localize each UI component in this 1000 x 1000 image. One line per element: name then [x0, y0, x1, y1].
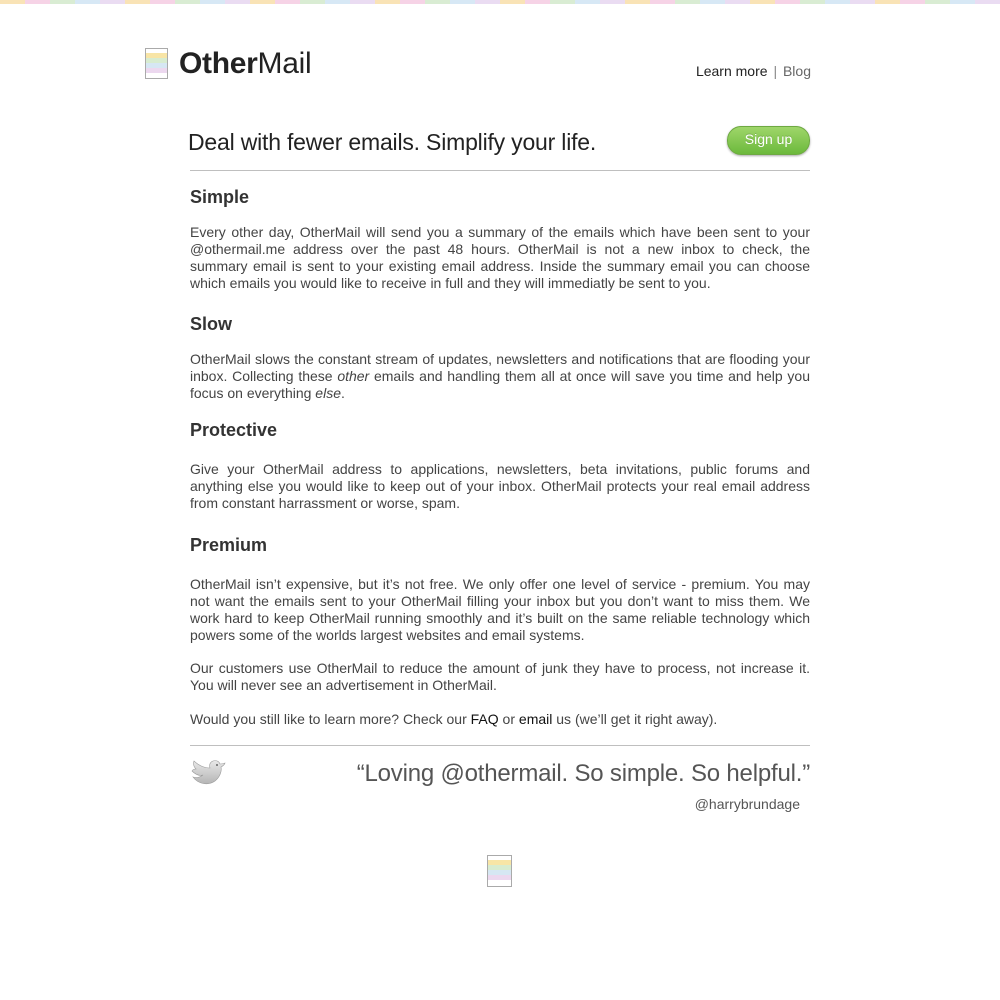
top-nav: Learn more | Blog [696, 62, 811, 80]
faq-link[interactable]: FAQ [471, 711, 499, 727]
learn-more-link[interactable]: Learn more [696, 63, 768, 79]
brand-name-bold: Other [179, 47, 258, 80]
sign-up-button[interactable]: Sign up [727, 126, 810, 155]
section-paragraph-premium-1: OtherMail isn’t expensive, but it’s not … [190, 576, 810, 643]
section-title-protective: Protective [190, 420, 278, 440]
section-paragraph-protective: Give your OtherMail address to applicati… [190, 461, 810, 511]
testimonial: “Loving @othermail. So simple. So helpfu… [190, 757, 810, 817]
top-color-stripe [0, 0, 1000, 4]
slow-emphasis-else: else [315, 385, 341, 401]
divider-bottom [190, 745, 810, 746]
testimonial-quote: “Loving @othermail. So simple. So helpfu… [356, 760, 811, 787]
brand-logo[interactable]: OtherMail [179, 46, 312, 82]
divider-top [190, 170, 810, 171]
notepad-logo-icon [487, 855, 512, 887]
slow-text-3: . [340, 385, 345, 401]
nav-separator: | [773, 63, 778, 79]
email-link[interactable]: email [519, 711, 552, 727]
closing-middle: or [498, 711, 519, 727]
closing-prefix: Would you still like to learn more? Chec… [190, 711, 471, 727]
section-title-simple: Simple [190, 187, 250, 207]
hero: Deal with fewer emails. Simplify your li… [188, 125, 810, 171]
brand-name-light: Mail [257, 47, 312, 80]
slow-emphasis-other: other [337, 368, 370, 384]
closing-suffix: us (we’ll get it right away). [552, 711, 718, 727]
section-title-slow: Slow [190, 314, 233, 334]
header: OtherMail Learn more | Blog [145, 46, 811, 86]
section-paragraph-simple: Every other day, OtherMail will send you… [190, 224, 810, 291]
section-paragraph-slow: OtherMail slows the constant stream of u… [190, 351, 810, 402]
testimonial-author-link[interactable]: @harrybrundage [695, 795, 800, 813]
learn-more-paragraph: Would you still like to learn more? Chec… [190, 711, 810, 728]
tagline: Deal with fewer emails. Simplify your li… [188, 129, 597, 155]
twitter-bird-icon [191, 760, 226, 785]
section-paragraph-premium-2: Our customers use OtherMail to reduce th… [190, 660, 810, 693]
section-title-premium: Premium [190, 535, 268, 555]
notepad-logo-icon[interactable] [145, 48, 168, 79]
blog-link[interactable]: Blog [783, 63, 811, 79]
